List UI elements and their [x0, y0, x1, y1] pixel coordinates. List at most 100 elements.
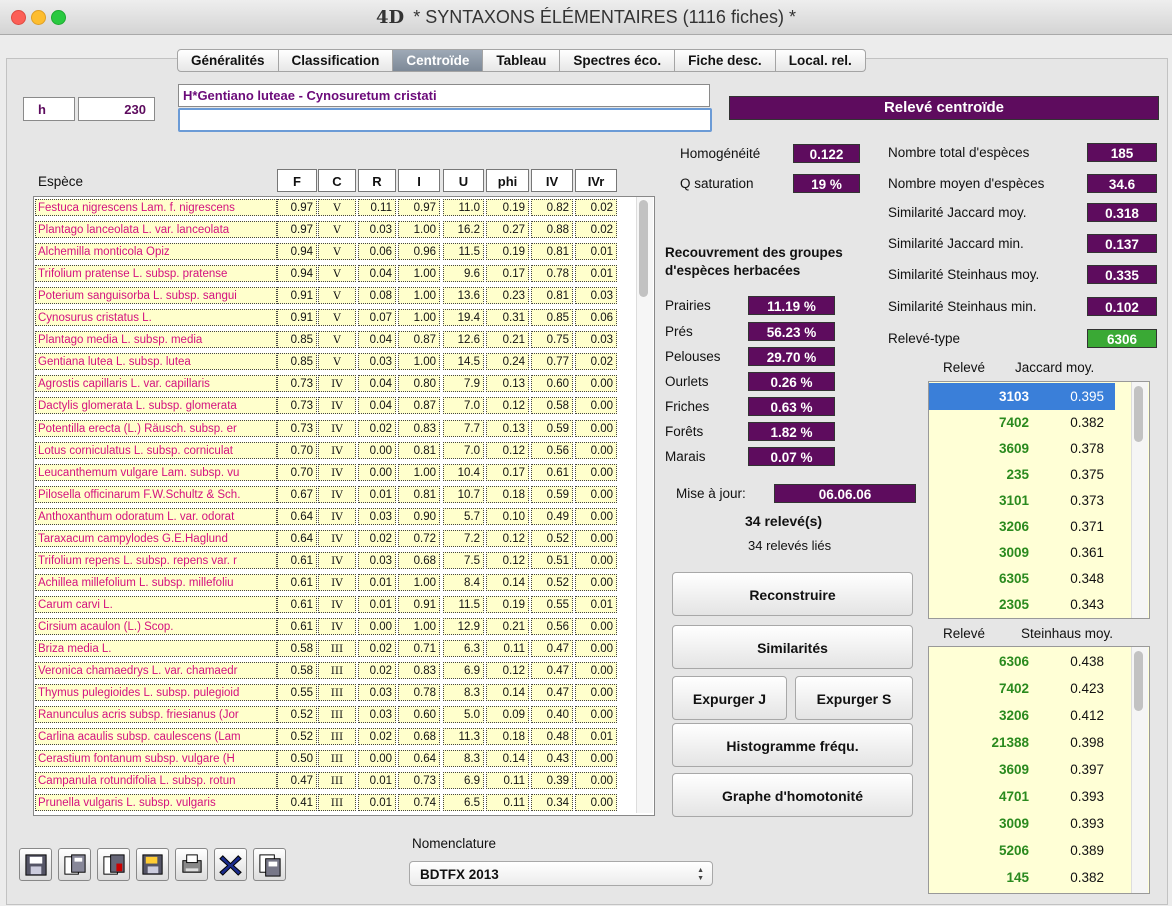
species-name: Festuca nigrescens Lam. f. nigrescens: [35, 199, 277, 216]
table-row[interactable]: Plantago media L. subsp. media 0.85 V 0.04 0…: [34, 331, 636, 349]
open-button[interactable]: [136, 848, 169, 881]
list-item[interactable]: 3609 0.378: [929, 435, 1115, 462]
duplicate-button[interactable]: [253, 848, 286, 881]
list-item[interactable]: 3009 0.393: [929, 810, 1115, 837]
steinhaus-scroll-thumb[interactable]: [1134, 651, 1143, 711]
column-header-2[interactable]: R: [358, 169, 396, 192]
table-row[interactable]: Veronica chamaedrys L. var. chamaedr 0.58…: [34, 662, 636, 680]
table-row[interactable]: Gentiana lutea L. subsp. lutea 0.85 V 0.03 1…: [34, 353, 636, 371]
table-row[interactable]: Achillea millefolium L. subsp. millefoli…: [34, 573, 636, 592]
table-row[interactable]: Agrostis capillaris L. var. capillaris 0.…: [34, 375, 636, 393]
print-button[interactable]: [175, 848, 208, 881]
group-value: 29.70 %: [748, 347, 835, 366]
list-item[interactable]: 4701 0.393: [929, 783, 1115, 810]
record-number-field[interactable]: 230: [78, 97, 155, 121]
table-row[interactable]: Dactylis glomerata L. subsp. glomerata 0.…: [34, 397, 636, 415]
column-header-0[interactable]: F: [277, 169, 317, 192]
list-item[interactable]: 3101 0.373: [929, 487, 1115, 514]
table-row[interactable]: Leucanthemum vulgare Lam. subsp. vu 0.70 I…: [34, 463, 636, 482]
table-row[interactable]: Alchemilla monticola Opiz 0.94 V 0.06 0.96 11…: [34, 243, 636, 261]
list-item[interactable]: 3609 0.397: [929, 756, 1115, 783]
list-item[interactable]: 2305 0.343: [929, 591, 1115, 618]
cell-r: 0.07: [358, 309, 396, 327]
similarity-value: 0.373: [1070, 493, 1104, 508]
tab-6[interactable]: Local. rel.: [775, 49, 866, 72]
releve-centroide-banner: Relevé centroïde: [729, 96, 1159, 120]
cell-iv: 0.75: [531, 331, 573, 349]
table-row[interactable]: Anthoxanthum odoratum L. var. odorat 0.64…: [34, 507, 636, 526]
table-row[interactable]: Plantago lanceolata L. var. lanceolata 0.…: [34, 221, 636, 239]
table-row[interactable]: Prunella vulgaris L. subsp. vulgaris 0.41…: [34, 794, 636, 812]
table-row[interactable]: Trifolium pratense L. subsp. pratense 0.9…: [34, 265, 636, 283]
similarity-value: 0.398: [1070, 735, 1104, 750]
expurger-s-button[interactable]: Expurger S: [795, 676, 913, 720]
tab-1[interactable]: Classification: [278, 49, 394, 72]
table-row[interactable]: Carlina acaulis subsp. caulescens (Lam 0.…: [34, 728, 636, 746]
table-row[interactable]: Carum carvi L. 0.61 IV 0.01 0.91 11.5 0.19 0.55…: [34, 595, 636, 614]
species-name: Pilosella officinarum F.W.Schultz & Sch.: [35, 485, 277, 503]
nomenclature-select[interactable]: BDTFX 2013 ▲ ▼: [409, 861, 713, 886]
graphe-homotonite-button[interactable]: Graphe d'homotonité: [672, 773, 913, 817]
reconstruire-button[interactable]: Reconstruire: [672, 572, 913, 616]
tab-4[interactable]: Spectres éco.: [560, 49, 676, 72]
table-row[interactable]: Taraxacum campylodes G.E.Haglund 0.64 IV 0.…: [34, 529, 636, 548]
species-table-scroll-thumb[interactable]: [639, 200, 648, 297]
table-row[interactable]: Ranunculus acris subsp. friesianus (Jor 0…: [34, 706, 636, 724]
table-row[interactable]: Cirsium acaulon (L.) Scop. 0.61 IV 0.00 1.00…: [34, 617, 636, 636]
cell-f: 0.61: [277, 595, 317, 613]
jaccard-scroll-thumb[interactable]: [1134, 386, 1143, 442]
column-header-1[interactable]: C: [318, 169, 356, 192]
expurger-j-button[interactable]: Expurger J: [672, 676, 787, 720]
table-row[interactable]: Potentilla erecta (L.) Räusch. subsp. er…: [34, 419, 636, 438]
record-type-field[interactable]: h: [23, 97, 75, 121]
list-item[interactable]: 21388 0.398: [929, 729, 1115, 756]
species-table[interactable]: Festuca nigrescens Lam. f. nigrescens 0.9…: [33, 196, 655, 816]
table-row[interactable]: Cynosurus cristatus L. 0.91 V 0.07 1.00 19.4 0…: [34, 309, 636, 327]
list-item[interactable]: 5206 0.389: [929, 837, 1115, 864]
copy-button[interactable]: [58, 848, 91, 881]
list-item[interactable]: 145 0.382: [929, 864, 1115, 891]
list-item[interactable]: 235 0.375: [929, 461, 1115, 488]
table-row[interactable]: Poterium sanguisorba L. subsp. sangui 0.9…: [34, 287, 636, 305]
column-header-5[interactable]: phi: [486, 169, 529, 192]
cell-phi: 0.24: [486, 353, 529, 371]
column-header-3[interactable]: I: [398, 169, 440, 192]
column-header-4[interactable]: U: [443, 169, 484, 192]
list-item[interactable]: 3206 0.412: [929, 702, 1115, 729]
similarites-button[interactable]: Similarités: [672, 625, 913, 669]
delete-button[interactable]: [214, 848, 247, 881]
cell-c: III: [318, 728, 356, 746]
paste-button[interactable]: [97, 848, 130, 881]
syntaxon-name-field[interactable]: H*Gentiano luteae - Cynosuretum cristati: [178, 84, 710, 107]
table-row[interactable]: Thymus pulegioides L. subsp. pulegioid 0.…: [34, 684, 636, 702]
save-button[interactable]: [19, 848, 52, 881]
table-row[interactable]: Cerastium fontanum subsp. vulgare (H 0.50…: [34, 750, 636, 768]
cell-iv: 0.48: [531, 728, 573, 746]
table-row[interactable]: Campanula rotundifolia L. subsp. rotun 0.…: [34, 772, 636, 790]
list-item[interactable]: 7402 0.423: [929, 675, 1115, 702]
syntaxon-edit-input[interactable]: [178, 108, 712, 132]
list-item[interactable]: 3103 0.395: [929, 383, 1115, 410]
similarity-value: 0.343: [1070, 597, 1104, 612]
table-row[interactable]: Festuca nigrescens Lam. f. nigrescens 0.9…: [34, 199, 636, 217]
tab-3[interactable]: Tableau: [483, 49, 561, 72]
cell-iv: 0.58: [531, 397, 573, 415]
column-header-7[interactable]: IVr: [575, 169, 617, 192]
tab-2[interactable]: Centroïde: [393, 49, 484, 72]
column-header-6[interactable]: IV: [531, 169, 573, 192]
tab-0[interactable]: Généralités: [177, 49, 279, 72]
histogramme-button[interactable]: Histogramme fréqu.: [672, 723, 913, 767]
table-row[interactable]: Pilosella officinarum F.W.Schultz & Sch.…: [34, 485, 636, 504]
list-item[interactable]: 6306 0.438: [929, 648, 1115, 675]
cell-u: 5.7: [443, 507, 484, 525]
steinhaus-list[interactable]: 6306 0.438 7402 0.423 3206 0.412 21388 0.398 360…: [928, 646, 1150, 894]
table-row[interactable]: Briza media L. 0.58 III 0.02 0.71 6.3 0.11 0.47…: [34, 640, 636, 658]
table-row[interactable]: Trifolium repens L. subsp. repens var. r…: [34, 551, 636, 570]
list-item[interactable]: 3206 0.371: [929, 513, 1115, 540]
list-item[interactable]: 6305 0.348: [929, 565, 1115, 592]
table-row[interactable]: Lotus corniculatus L. subsp. corniculat 0…: [34, 441, 636, 460]
list-item[interactable]: 3009 0.361: [929, 539, 1115, 566]
tab-5[interactable]: Fiche desc.: [675, 49, 776, 72]
jaccard-list[interactable]: 3103 0.395 7402 0.382 3609 0.378 235 0.375 3101 0…: [928, 381, 1150, 619]
list-item[interactable]: 7402 0.382: [929, 409, 1115, 436]
